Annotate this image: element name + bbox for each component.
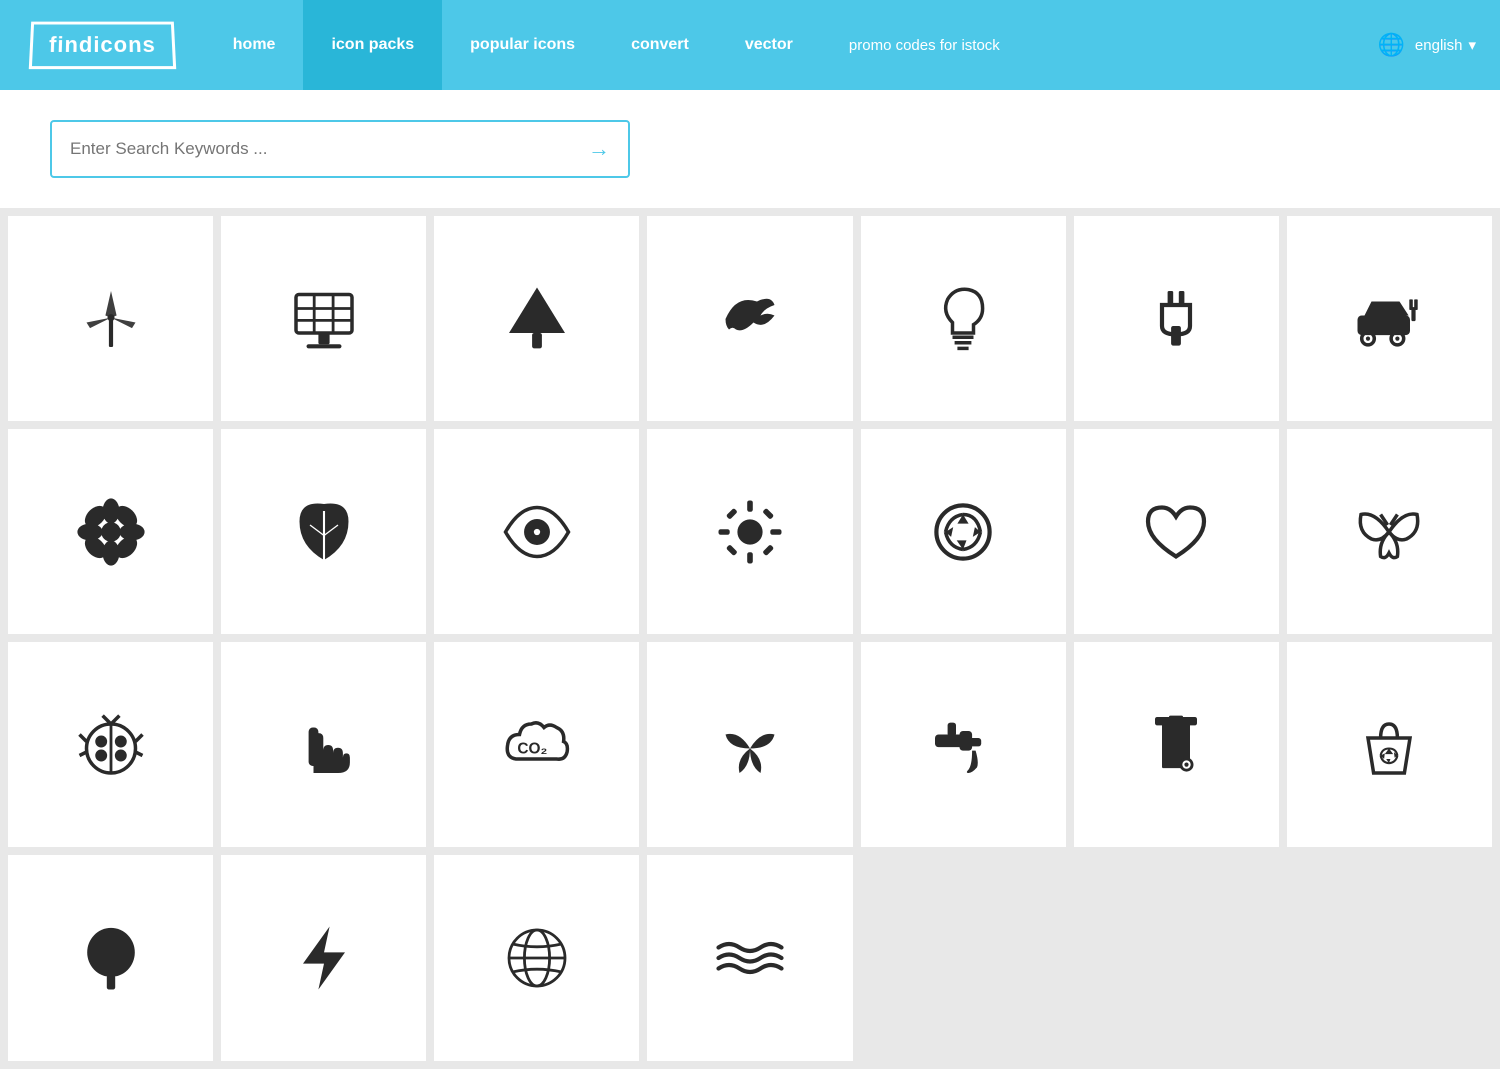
language-selector[interactable]: english ▾ (1415, 36, 1476, 54)
navbar: findicons home icon packs popular icons … (0, 0, 1500, 90)
icon-bird[interactable] (647, 216, 852, 421)
icon-solar-panel[interactable] (221, 216, 426, 421)
icon-recycle-bag[interactable] (1287, 642, 1492, 847)
nav-convert[interactable]: convert (603, 0, 717, 90)
icon-grid: CO₂ (0, 208, 1500, 1069)
icon-recycle-circle[interactable] (861, 429, 1066, 634)
icon-ladybug[interactable] (8, 642, 213, 847)
icon-empty-1 (861, 855, 1066, 1060)
nav-icon-packs[interactable]: icon packs (303, 0, 442, 90)
icon-empty-2 (1074, 855, 1279, 1060)
search-box: → (50, 120, 630, 178)
nav-popular-icons[interactable]: popular icons (442, 0, 603, 90)
icon-sun[interactable] (647, 429, 852, 634)
icon-waves[interactable] (647, 855, 852, 1060)
globe-icon: 🌐 (1378, 32, 1405, 58)
search-area: → (0, 90, 1500, 208)
logo-text: findicons (49, 32, 157, 57)
icon-plant-leaves[interactable] (647, 642, 852, 847)
logo-area[interactable]: findicons (0, 0, 205, 90)
logo: findicons (29, 22, 176, 70)
nav-promo[interactable]: promo codes for istock (821, 0, 1028, 90)
icon-trash-bin[interactable] (1074, 642, 1279, 847)
icon-plug[interactable] (1074, 216, 1279, 421)
icon-empty-3 (1287, 855, 1492, 1060)
icon-hand[interactable] (221, 642, 426, 847)
search-submit-arrow[interactable]: → (588, 136, 610, 162)
icon-electric-car[interactable] (1287, 216, 1492, 421)
icon-heart[interactable] (1074, 429, 1279, 634)
icon-lightbulb[interactable] (861, 216, 1066, 421)
nav-home[interactable]: home (205, 0, 304, 90)
nav-right: 🌐 english ▾ (1354, 0, 1500, 90)
icon-tree[interactable] (434, 216, 639, 421)
icon-leaf[interactable] (221, 429, 426, 634)
chevron-down-icon: ▾ (1468, 36, 1476, 54)
icon-flower[interactable] (8, 429, 213, 634)
icon-eye[interactable] (434, 429, 639, 634)
icon-tree-round[interactable] (8, 855, 213, 1060)
icon-lightning[interactable] (221, 855, 426, 1060)
nav-vector[interactable]: vector (717, 0, 821, 90)
icon-wind-turbine[interactable] (8, 216, 213, 421)
lang-label: english (1415, 37, 1463, 54)
svg-text:CO₂: CO₂ (517, 740, 547, 757)
icon-butterfly[interactable] (1287, 429, 1492, 634)
icon-co2-cloud[interactable]: CO₂ (434, 642, 639, 847)
icon-globe[interactable] (434, 855, 639, 1060)
nav-links: home icon packs popular icons convert ve… (205, 0, 1354, 90)
icon-faucet[interactable] (861, 642, 1066, 847)
search-input[interactable] (70, 139, 588, 159)
